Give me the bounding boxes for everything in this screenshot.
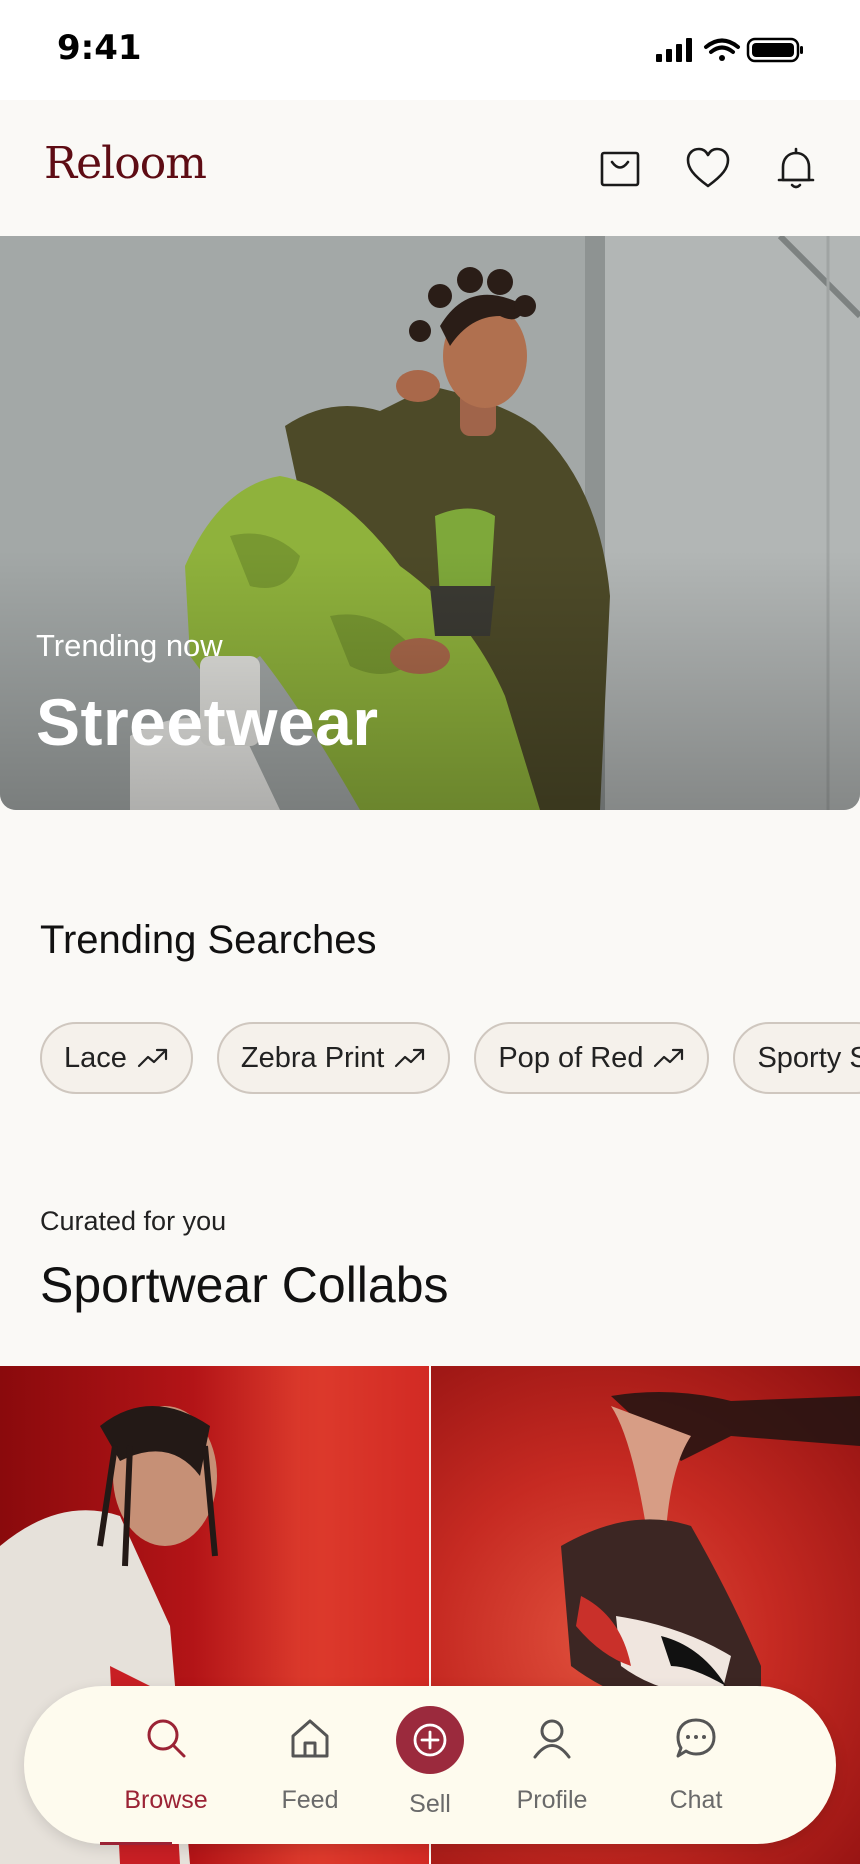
status-icons: [656, 37, 803, 63]
nav-sell[interactable]: Sell: [360, 1686, 500, 1844]
hero-title: Streetwear: [36, 685, 379, 759]
nav-label: Feed: [281, 1786, 339, 1814]
chip-label: Sporty S: [757, 1041, 860, 1074]
trending-chip[interactable]: Zebra Print: [216, 1022, 451, 1094]
trending-chip[interactable]: Pop of Red: [474, 1022, 710, 1094]
status-time: 9:41: [57, 28, 142, 68]
bell-icon[interactable]: [773, 146, 819, 192]
brand-logo[interactable]: Reloom: [44, 138, 207, 189]
active-tab-indicator: [100, 1842, 172, 1845]
nav-chat[interactable]: Chat: [626, 1686, 766, 1844]
hero-overlay: [0, 550, 860, 810]
curated-title: Sportwear Collabs: [40, 1257, 449, 1313]
status-bar: 9:41: [0, 0, 860, 100]
plus-circle-icon: [413, 1723, 447, 1757]
chat-bubble-icon: [676, 1718, 716, 1758]
chip-label: Lace: [64, 1041, 127, 1074]
app-header: Reloom: [0, 100, 860, 236]
trending-chip[interactable]: Lace: [40, 1022, 193, 1094]
chip-label: Pop of Red: [498, 1041, 644, 1074]
nav-label: Browse: [124, 1786, 208, 1814]
user-icon: [533, 1719, 571, 1759]
curated-eyebrow: Curated for you: [40, 1206, 227, 1236]
trending-chip[interactable]: Sporty S: [733, 1022, 860, 1094]
trending-searches-title: Trending Searches: [40, 918, 377, 962]
nav-feed[interactable]: Feed: [240, 1686, 380, 1844]
bottom-navigation: Browse Feed Sell Profile Chat: [24, 1686, 836, 1844]
battery-icon: [746, 37, 803, 63]
heart-icon[interactable]: [685, 146, 731, 192]
shopping-bag-icon[interactable]: [597, 146, 643, 192]
chip-label: Zebra Print: [240, 1041, 385, 1074]
nav-profile[interactable]: Profile: [482, 1686, 622, 1844]
home-icon: [291, 1719, 329, 1758]
nav-label: Chat: [669, 1786, 723, 1814]
trending-up-icon: [395, 1048, 425, 1068]
nav-label: Profile: [516, 1786, 588, 1814]
search-icon: [147, 1719, 186, 1758]
nav-label: Sell: [409, 1790, 451, 1818]
signal-icon: [656, 38, 692, 62]
trending-up-icon: [654, 1048, 684, 1068]
trending-up-icon: [137, 1048, 167, 1068]
hero-banner[interactable]: Trending now Streetwear: [0, 236, 860, 810]
trending-chips: Lace Zebra Print Pop of Red Sporty S: [40, 1022, 860, 1094]
hero-eyebrow: Trending now: [36, 628, 223, 663]
wifi-icon: [704, 38, 740, 61]
nav-browse[interactable]: Browse: [96, 1686, 236, 1844]
